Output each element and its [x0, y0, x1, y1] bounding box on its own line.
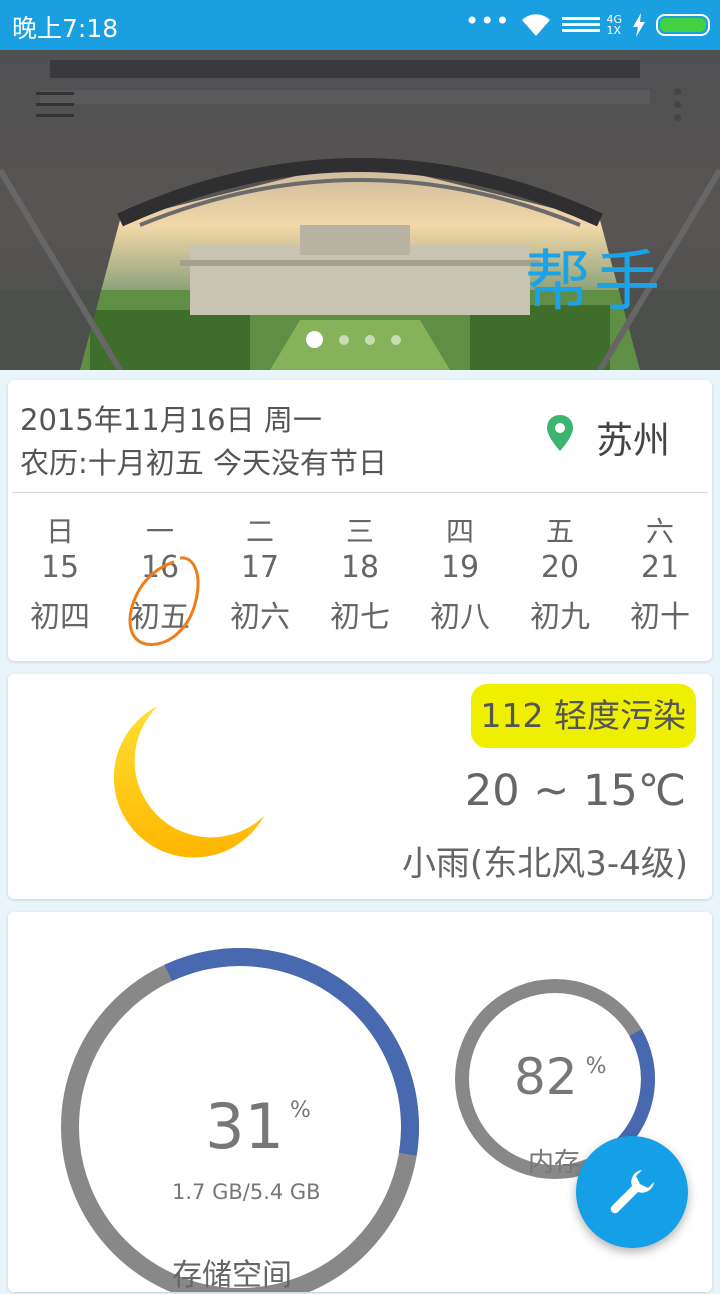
weekday: 六 — [645, 515, 674, 548]
wrench-icon — [610, 1170, 654, 1214]
memory-label: 内存 — [528, 1148, 581, 1178]
day-number: 21 — [640, 550, 680, 585]
divider — [12, 492, 708, 493]
more-notifications-icon: ••• — [465, 7, 511, 35]
day-number: 17 — [240, 550, 280, 585]
charging-icon — [633, 13, 645, 37]
weekday: 日 — [45, 515, 74, 548]
status-time: 晚上7:18 — [12, 14, 119, 43]
page-dot[interactable] — [365, 334, 375, 345]
page-dot[interactable] — [391, 334, 401, 345]
day-number: 19 — [440, 550, 480, 585]
lunar-day: 初四 — [30, 600, 90, 635]
lunar-day: 初十 — [630, 600, 690, 635]
weather-card[interactable]: 112 轻度污染 20 ~ 15℃ 小雨(东北风3-4级) — [8, 674, 712, 899]
day-cell[interactable]: 五 20 初九 — [510, 510, 610, 636]
solar-date: 2015年11月16日 周一 — [20, 403, 322, 437]
wifi-icon — [522, 14, 551, 36]
location-icon — [547, 415, 573, 451]
storage-detail: 1.7 GB/5.4 GB — [172, 1180, 321, 1204]
moon-icon — [113, 706, 264, 858]
weekday: 二 — [245, 515, 274, 548]
day-number: 18 — [340, 550, 380, 585]
menu-icon[interactable] — [36, 92, 74, 120]
page-dot[interactable] — [339, 334, 349, 345]
day-cell[interactable]: 三 18 初七 — [310, 510, 410, 636]
carousel-indicator — [306, 331, 401, 348]
day-cell[interactable]: 四 19 初八 — [410, 510, 510, 636]
day-number: 15 — [40, 550, 80, 585]
banner-title: 帮手 — [525, 243, 663, 320]
weekday: 三 — [345, 515, 374, 548]
day-number: 20 — [540, 550, 580, 585]
day-cell[interactable]: 六 21 初十 — [610, 510, 710, 636]
weather-condition: 小雨(东北风3-4级) — [401, 844, 688, 884]
weekday: 五 — [545, 515, 574, 548]
lunar-date: 农历:十月初五 今天没有节日 — [20, 446, 387, 480]
lunar-day: 初八 — [430, 600, 490, 635]
more-options-icon[interactable] — [674, 88, 682, 127]
lunar-day: 初九 — [530, 600, 590, 635]
day-cell[interactable]: 二 17 初六 — [210, 510, 310, 636]
storage-percent: 31% — [205, 1090, 311, 1163]
air-quality-badge: 112 轻度污染 — [470, 684, 696, 748]
tools-fab-button[interactable] — [576, 1136, 688, 1248]
today-marker — [128, 556, 200, 646]
city-name[interactable]: 苏州 — [596, 410, 670, 464]
day-cell[interactable]: 日 15 初四 — [10, 510, 110, 636]
banner-carousel[interactable]: 帮手 — [0, 50, 720, 370]
weekday: 一 — [145, 515, 174, 548]
page-dot[interactable] — [306, 331, 323, 348]
signal-icon — [562, 17, 601, 32]
memory-percent: 82% — [514, 1048, 607, 1106]
temperature-range: 20 ~ 15℃ — [464, 766, 686, 816]
battery-icon — [656, 14, 710, 36]
weekday: 四 — [445, 515, 474, 548]
storage-label: 存储空间 — [172, 1258, 292, 1293]
lunar-day: 初七 — [330, 600, 390, 635]
network-type: 4G 1X — [606, 13, 622, 37]
status-bar: 晚上7:18 ••• 4G 1X — [0, 0, 720, 50]
lunar-day: 初六 — [230, 600, 290, 635]
calendar-card[interactable]: 2015年11月16日 周一 农历:十月初五 今天没有节日 苏州 日 15 初四… — [8, 380, 712, 661]
